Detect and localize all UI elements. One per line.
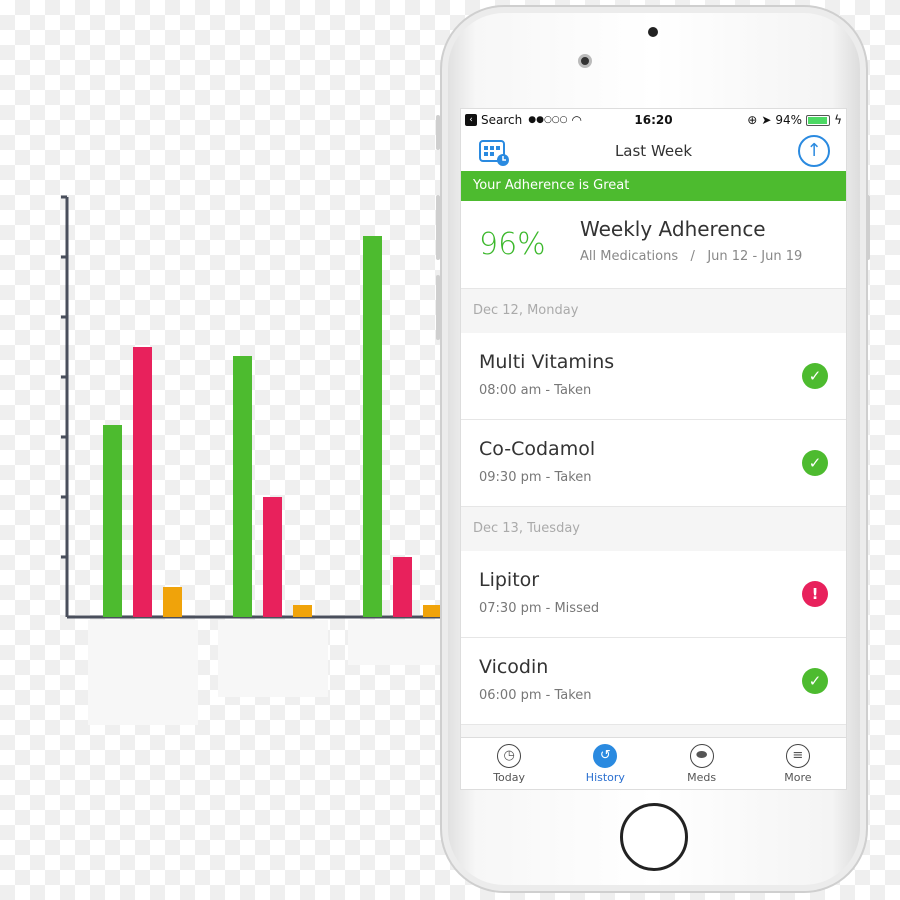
medication-time: 06:00 pm - Taken — [479, 688, 592, 703]
medication-time: 08:00 am - Taken — [479, 383, 592, 398]
tab-history[interactable]: ↺ History — [557, 738, 653, 789]
exclamation-icon: ! — [802, 581, 828, 607]
bar — [363, 236, 382, 617]
adherence-banner: Your Adherence is Great — [461, 171, 846, 201]
check-icon: ✓ — [802, 450, 828, 476]
front-camera — [578, 54, 592, 68]
placeholder-box — [88, 620, 198, 725]
medication-time: 07:30 pm - Missed — [479, 601, 600, 616]
menu-icon: ≡ — [785, 744, 810, 768]
medication-name: Co-Codamol — [479, 438, 596, 460]
power-button — [866, 195, 870, 260]
summary-title: Weekly Adherence — [580, 217, 766, 241]
tab-today[interactable]: ◷ Today — [461, 738, 557, 789]
speaker — [648, 27, 658, 37]
bar — [133, 347, 152, 617]
clock: 16:20 — [634, 113, 673, 127]
bar-chart — [61, 195, 440, 619]
weekly-summary: 96% Weekly Adherence All Medications / J… — [461, 201, 846, 289]
date-range[interactable]: Jun 12 - Jun 19 — [707, 249, 802, 264]
history-icon: ↺ — [593, 744, 618, 768]
bar — [263, 497, 282, 617]
bar — [103, 425, 122, 617]
home-button[interactable] — [620, 803, 688, 871]
nav-bar: Last Week ↑ — [461, 131, 846, 171]
placeholder-box — [348, 620, 440, 665]
pill-icon: ⬬ — [689, 744, 714, 768]
medication-time: 09:30 pm - Taken — [479, 470, 592, 485]
app-screen: ‹ Search ●●○○○ ◠ 16:20 ⊕ ➤ 94% ϟ Last We… — [460, 108, 847, 790]
medication-name: Vicodin — [479, 656, 549, 678]
check-icon: ✓ — [802, 668, 828, 694]
medication-row[interactable]: Lipitor 07:30 pm - Missed! — [461, 551, 846, 638]
day-header: Dec 13, Tuesday — [461, 507, 846, 551]
day-header: Dec 12, Monday — [461, 289, 846, 333]
tab-more[interactable]: ≡ More — [750, 738, 846, 789]
bar — [163, 587, 182, 617]
adherence-percent: 96% — [479, 227, 546, 262]
volume-down-button — [436, 275, 440, 340]
bar — [233, 356, 252, 617]
bar — [423, 605, 440, 617]
mute-switch — [436, 115, 440, 150]
placeholder-box — [218, 620, 328, 697]
tab-label: More — [784, 771, 812, 784]
bar — [393, 557, 412, 617]
tab-label: Today — [493, 771, 526, 784]
medication-filter[interactable]: All Medications — [580, 249, 678, 264]
history-list: Dec 12, Monday Multi Vitamins 08:00 am - T… — [461, 289, 846, 725]
tab-meds[interactable]: ⬬ Meds — [654, 738, 750, 789]
medication-name: Lipitor — [479, 569, 540, 591]
medication-row[interactable]: Co-Codamol 09:30 pm - Taken ✓ — [461, 420, 846, 507]
status-bar: ‹ Search ●●○○○ ◠ 16:20 ⊕ ➤ 94% ϟ — [461, 109, 846, 131]
bar — [293, 605, 312, 617]
arrow-up-icon: ↑ — [806, 140, 822, 161]
tab-bar: ◷ Today ↺ History ⬬ Meds ≡ More — [461, 737, 846, 789]
volume-up-button — [436, 195, 440, 260]
medication-name: Multi Vitamins — [479, 351, 615, 373]
page-title: Last Week — [614, 142, 693, 160]
tab-label: History — [585, 771, 625, 784]
calendar-clock-icon[interactable] — [479, 137, 511, 167]
tab-label: Meds — [687, 771, 717, 784]
medication-row[interactable]: Multi Vitamins 08:00 am - Taken ✓ — [461, 333, 846, 420]
clock-icon: ◷ — [497, 744, 522, 768]
share-button[interactable]: ↑ — [798, 135, 830, 167]
medication-row[interactable]: Vicodin 06:00 pm - Taken ✓ — [461, 638, 846, 725]
separator: / — [690, 249, 695, 264]
check-icon: ✓ — [802, 363, 828, 389]
